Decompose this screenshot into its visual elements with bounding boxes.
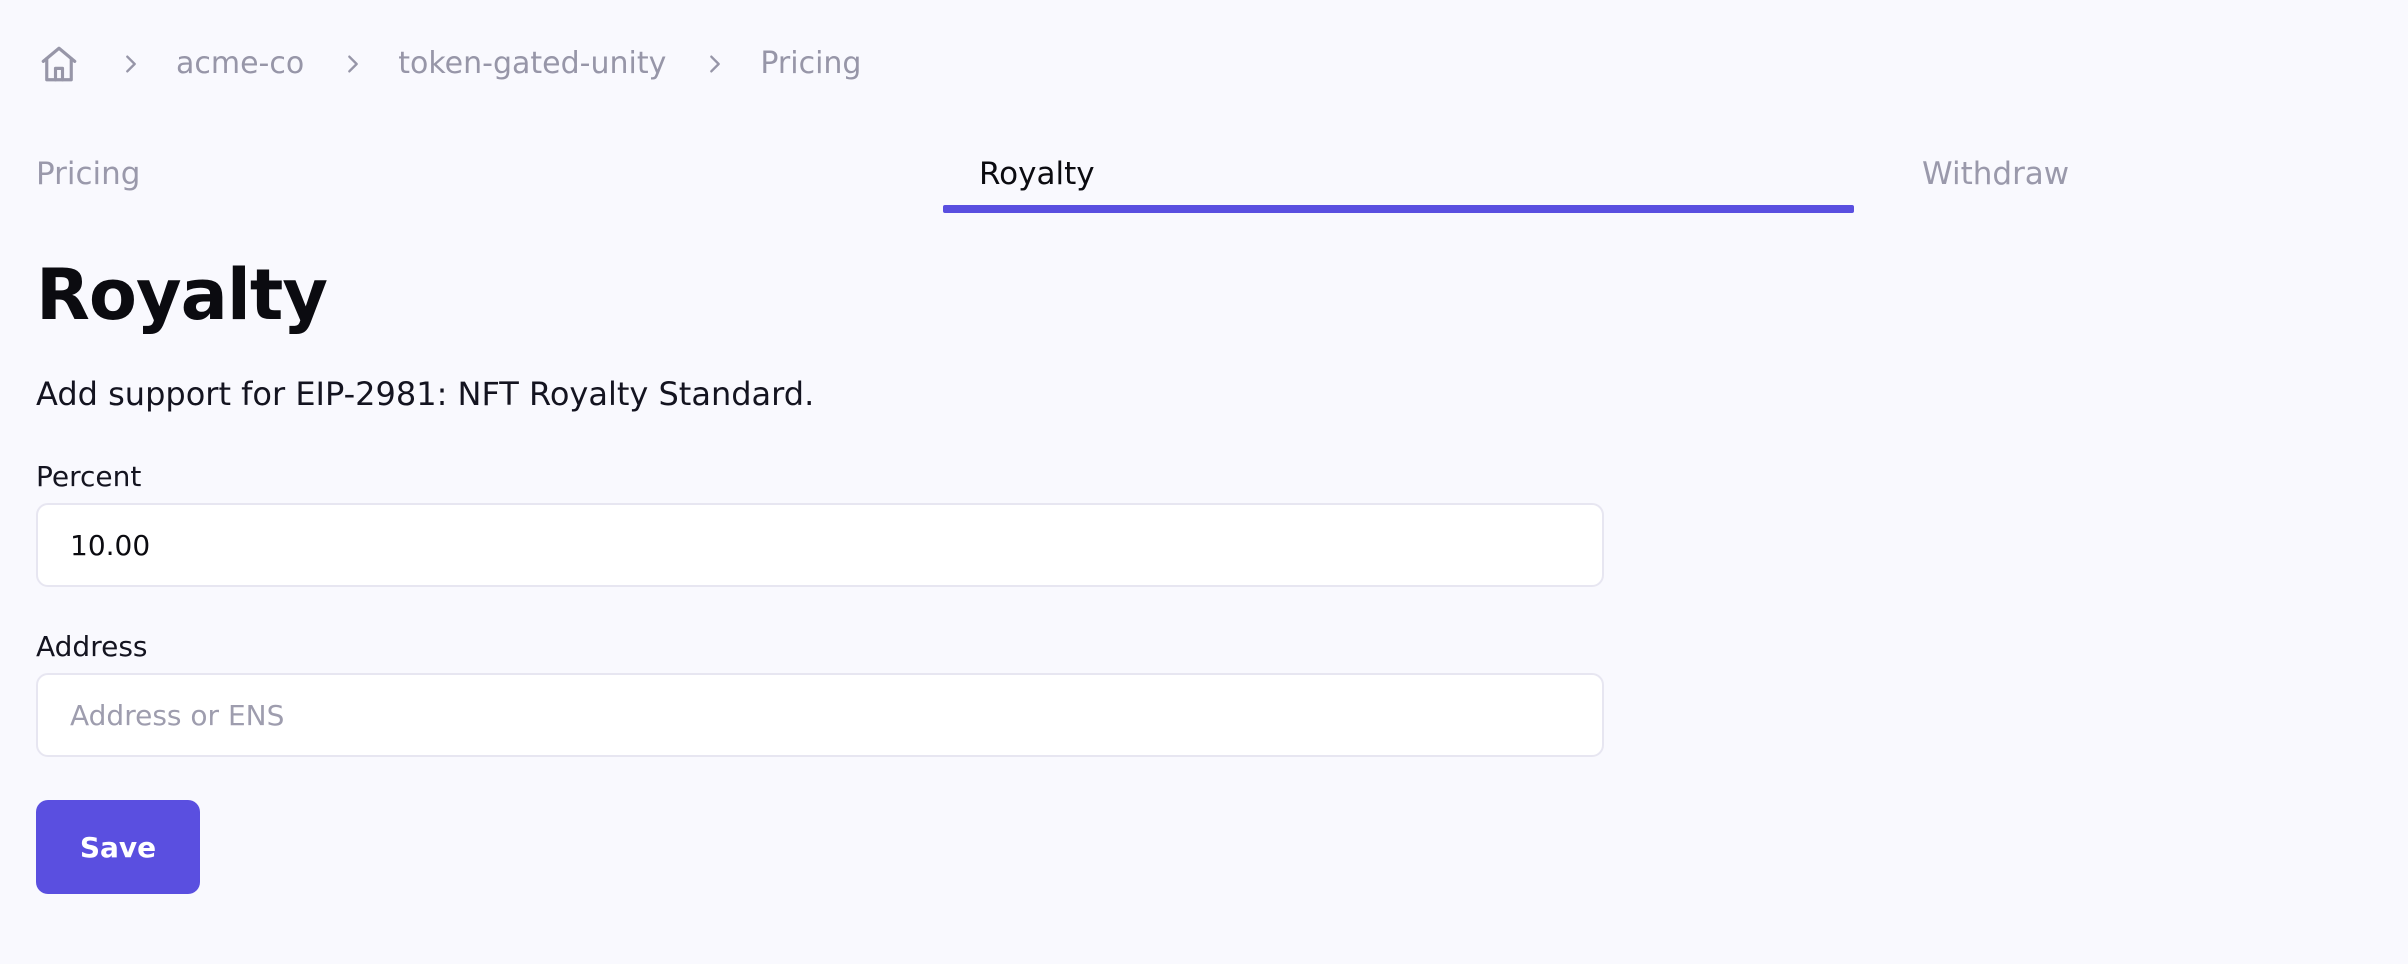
tab-withdraw[interactable]: Withdraw xyxy=(1922,150,2069,214)
breadcrumb-item-org[interactable]: acme-co xyxy=(176,36,304,92)
home-icon[interactable] xyxy=(36,41,82,87)
breadcrumb: acme-co token-gated-unity Pricing xyxy=(36,36,861,92)
page-description: Add support for EIP-2981: NFT Royalty St… xyxy=(36,375,815,413)
chevron-right-icon xyxy=(702,51,728,77)
page-title: Royalty xyxy=(36,254,328,336)
address-input[interactable] xyxy=(36,673,1604,757)
breadcrumb-item-project[interactable]: token-gated-unity xyxy=(398,36,666,92)
save-button[interactable]: Save xyxy=(36,800,200,894)
percent-input[interactable] xyxy=(36,503,1604,587)
tab-pricing[interactable]: Pricing xyxy=(36,150,141,214)
percent-label: Percent xyxy=(36,460,142,493)
address-label: Address xyxy=(36,630,148,663)
breadcrumb-item-current: Pricing xyxy=(760,46,862,81)
chevron-right-icon xyxy=(118,51,144,77)
chevron-right-icon xyxy=(340,51,366,77)
active-tab-indicator xyxy=(943,205,1854,213)
